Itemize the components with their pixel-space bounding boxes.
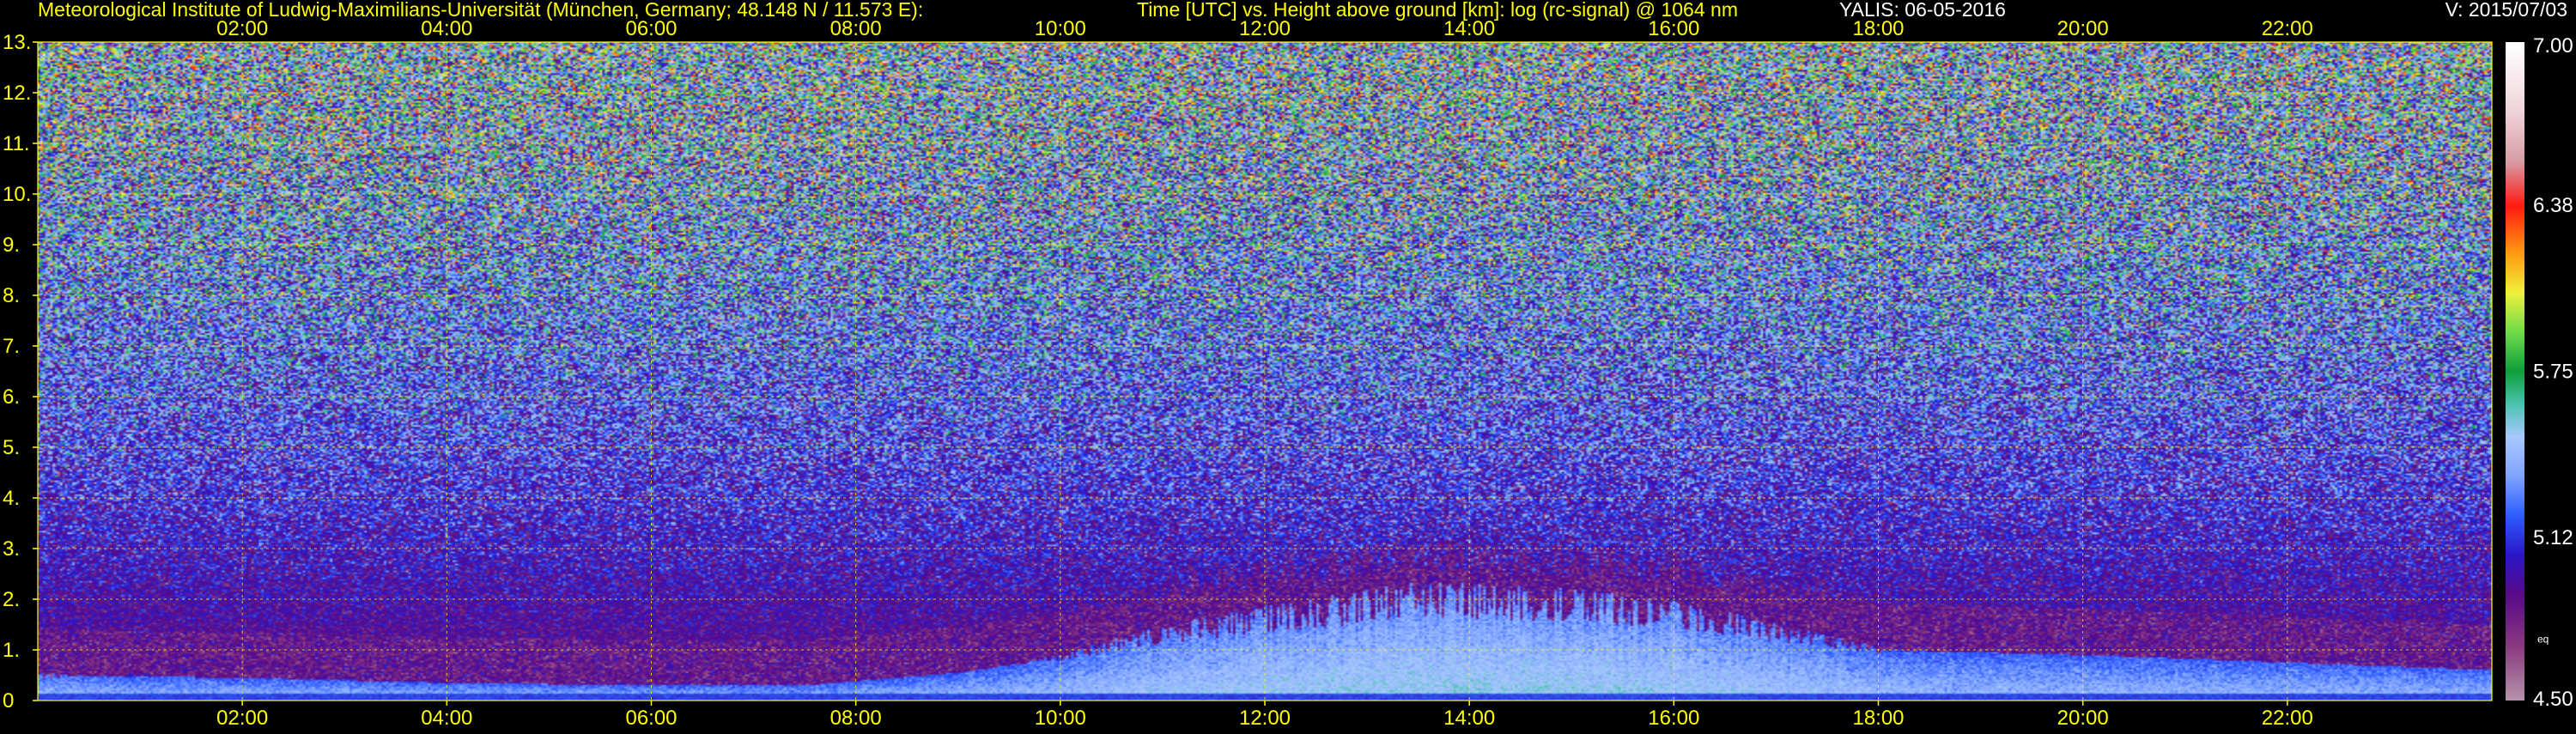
x-tick-label-top: 06:00 [625,17,677,40]
x-tick-label-top: 18:00 [1852,17,1904,40]
header-institute: Meteorological Institute of Ludwig-Maxim… [38,0,923,21]
y-tick-label: 7. [3,335,20,358]
x-tick-label-bottom: 22:00 [2262,707,2313,730]
x-tick-label-top: 02:00 [216,17,268,40]
y-tick-label: 11. [3,132,30,155]
y-tick-label: 2. [3,588,20,611]
x-tick-label-bottom: 02:00 [216,707,268,730]
x-tick-label-bottom: 08:00 [830,707,882,730]
colorbar-eq-label: eq [2537,634,2549,646]
y-tick-label: 6. [3,385,20,409]
x-tick-label-top: 04:00 [421,17,472,40]
y-tick-label: 13. [3,31,31,54]
y-tick-label: 10. [3,183,31,206]
x-tick-label-bottom: 06:00 [625,707,677,730]
x-tick-label-top: 22:00 [2262,17,2313,40]
colorbar-tick-label: 5.75 [2533,361,2573,384]
x-tick-label-bottom: 10:00 [1035,707,1086,730]
colorbar-tick-label: 7.00 [2533,34,2573,58]
x-tick-label-bottom: 04:00 [421,707,472,730]
y-tick-label: 8. [3,284,20,307]
y-tick-label: 1. [3,639,20,662]
x-tick-label-bottom: 16:00 [1648,707,1699,730]
x-tick-label-top: 10:00 [1035,17,1086,40]
y-tick-label: 3. [3,537,20,561]
colorbar [2506,42,2524,701]
x-tick-label-bottom: 18:00 [1852,707,1904,730]
x-tick-label-bottom: 20:00 [2057,707,2109,730]
colorbar-tick-label: 4.50 [2533,688,2573,711]
y-tick-label: 12. [3,82,31,105]
lidar-quicklook: Meteorological Institute of Ludwig-Maxim… [0,0,2576,730]
colorbar-tick-label: 5.12 [2533,526,2573,549]
x-tick-label-bottom: 12:00 [1239,707,1291,730]
x-tick-label-bottom: 14:00 [1443,707,1495,730]
x-tick-label-top: 12:00 [1239,17,1291,40]
x-tick-label-top: 20:00 [2057,17,2109,40]
y-tick-label: 0 [3,689,14,713]
x-tick-label-top: 16:00 [1648,17,1699,40]
y-tick-label: 5. [3,436,20,459]
y-tick-label: 9. [3,234,20,257]
y-tick-label: 4. [3,487,20,510]
x-tick-label-top: 14:00 [1443,17,1495,40]
lidar-heatmap-svg: Meteorological Institute of Ludwig-Maxim… [0,0,2576,730]
colorbar-tick-label: 6.38 [2533,194,2573,217]
x-tick-label-top: 08:00 [830,17,882,40]
header-version: V: 2015/07/03 [2445,0,2567,21]
